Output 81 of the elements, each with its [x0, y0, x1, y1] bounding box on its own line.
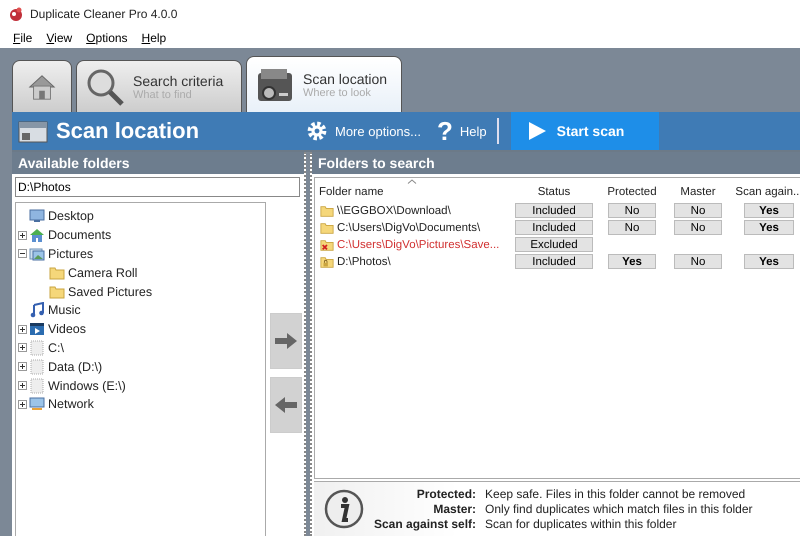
column-header[interactable]: Protected — [597, 186, 667, 198]
menu-item[interactable]: Help — [136, 30, 172, 46]
music-note-icon — [29, 302, 45, 318]
help-button[interactable]: ? Help — [433, 114, 491, 148]
column-header[interactable]: Folder name — [315, 186, 511, 198]
folder-path: D:\Photos\ — [337, 256, 391, 268]
master-button[interactable]: No — [674, 203, 722, 218]
drive-icon — [29, 378, 45, 394]
right-arrow-icon — [274, 331, 298, 351]
drive-icon — [29, 358, 45, 375]
app-icon — [8, 6, 24, 22]
expander-icon[interactable] — [18, 362, 27, 372]
drive-icon — [29, 340, 45, 356]
remove-button[interactable] — [270, 377, 302, 433]
film-icon — [29, 321, 45, 338]
status-button[interactable]: Included — [515, 254, 593, 269]
menu-item[interactable]: File — [8, 30, 38, 46]
folder-path: \\EGGBOX\Download\ — [337, 204, 451, 216]
folder-path: C:\Users\DigVo\Pictures\Save... — [337, 238, 500, 250]
panel-header: Available folders — [12, 152, 304, 174]
expander-icon[interactable] — [18, 324, 27, 334]
path-field[interactable]: D:\Photos — [15, 177, 300, 197]
expander-icon[interactable] — [18, 249, 27, 258]
tree-item[interactable]: Windows (E:\) — [48, 378, 126, 393]
tree-item[interactable]: Music — [48, 303, 81, 318]
column-header[interactable]: Scan again... — [729, 186, 800, 198]
menu-item[interactable]: View — [41, 30, 78, 46]
sort-icon — [407, 179, 417, 184]
master-button[interactable]: No — [674, 254, 722, 269]
scan-self-button[interactable]: Yes — [744, 220, 794, 235]
expander-icon[interactable] — [18, 381, 27, 390]
info-term: Master: — [432, 502, 476, 516]
expander-icon[interactable] — [18, 343, 27, 352]
status-button[interactable]: Included — [515, 203, 593, 218]
tree-item[interactable]: Videos — [48, 322, 86, 336]
drive-icon — [18, 119, 48, 143]
column-header[interactable]: Status — [511, 186, 597, 198]
info-term: Protected: — [416, 487, 476, 501]
tree-item[interactable]: Network — [48, 397, 94, 412]
info-text: Keep safe. Files in this folder cannot be removed — [485, 487, 746, 501]
tree-item[interactable]: Desktop — [48, 209, 94, 224]
expander-icon[interactable] — [18, 230, 27, 240]
left-arrow-icon — [274, 395, 298, 415]
play-icon — [526, 121, 547, 141]
column-header[interactable]: Master — [667, 186, 729, 198]
add-button[interactable] — [270, 313, 302, 369]
protected-button[interactable]: No — [608, 203, 656, 218]
folder-icon — [49, 284, 65, 300]
tree-item[interactable]: Saved Pictures — [68, 284, 152, 299]
settings-icon — [306, 120, 328, 142]
expander-icon[interactable] — [18, 400, 27, 409]
network-icon — [29, 396, 45, 412]
page-heading: Scan location — [56, 118, 200, 144]
window-title: Duplicate Cleaner Pro 4.0.0 — [30, 7, 178, 21]
tree-item[interactable]: C:\ — [48, 340, 64, 355]
info-text: Only find duplicates which match files in this folder — [485, 502, 753, 516]
folder-path: C:\Users\DigVo\Documents\ — [337, 222, 480, 234]
scan-self-button[interactable]: Yes — [744, 203, 794, 218]
image-folder-icon — [29, 246, 45, 262]
folder-icon — [49, 264, 65, 281]
tree-item[interactable]: Data (D:\) — [48, 360, 102, 374]
tab[interactable]: Scan location Where to look — [246, 56, 402, 112]
tree-item[interactable]: Camera Roll — [68, 266, 138, 280]
tree-item[interactable]: Documents — [48, 228, 112, 242]
tab[interactable] — [12, 60, 72, 112]
house-icon — [29, 227, 45, 244]
monitor-icon — [29, 208, 45, 224]
status-button[interactable]: Excluded — [515, 237, 593, 252]
status-button[interactable]: Included — [515, 220, 593, 235]
more-options-button[interactable]: More options... — [302, 118, 425, 144]
protected-button[interactable]: No — [608, 220, 656, 235]
menu-item[interactable]: Options — [81, 30, 133, 46]
tree-item[interactable]: Pictures — [48, 246, 94, 261]
protected-button[interactable]: Yes — [608, 254, 656, 269]
master-button[interactable]: No — [674, 220, 722, 235]
scan-self-button[interactable]: Yes — [744, 254, 794, 269]
panel-header: Folders to search — [312, 152, 800, 174]
info-term: Scan against self: — [374, 517, 476, 531]
info-icon — [324, 489, 364, 529]
info-text: Scan for duplicates within this folder — [485, 517, 678, 531]
magnifier-icon — [85, 66, 125, 106]
